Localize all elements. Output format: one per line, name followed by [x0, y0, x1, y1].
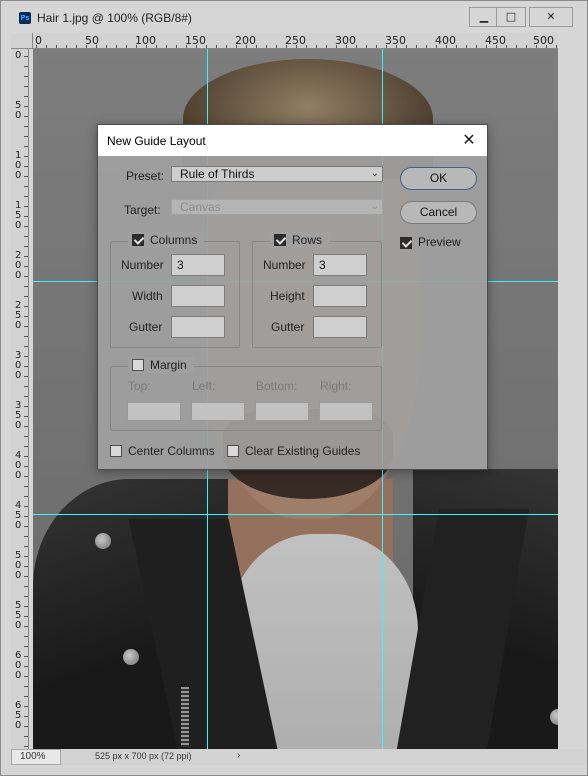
ruler-label: 0: [15, 620, 22, 631]
margin-checkbox[interactable]: [132, 359, 144, 371]
target-select[interactable]: Canvas ⌄: [171, 199, 383, 215]
columns-width-label: Width: [132, 289, 163, 303]
ruler-label: 500: [533, 34, 554, 47]
rows-number-input[interactable]: 3: [313, 254, 367, 276]
vertical-ruler[interactable]: 050100150200250300350400450500550600650: [11, 49, 29, 749]
ruler-label: 0: [15, 720, 22, 731]
guide-horizontal-2[interactable]: [33, 514, 558, 515]
vertical-ruler-ticks: [24, 49, 28, 749]
chevron-down-icon: ⌄: [370, 168, 379, 179]
margin-left-input[interactable]: [191, 402, 245, 421]
preview-label: Preview: [418, 235, 461, 249]
dialog-title: New Guide Layout: [107, 134, 206, 148]
margin-right-label: Right:: [320, 379, 352, 393]
ruler-label: 0: [15, 220, 22, 231]
horizontal-scrollbar[interactable]: [1, 765, 587, 775]
chevron-down-icon: ⌄: [370, 201, 379, 212]
target-label: Target:: [124, 203, 161, 217]
rows-gutter-input[interactable]: [313, 316, 367, 338]
zoom-level-field[interactable]: 100%: [11, 749, 61, 765]
rows-height-label: Height: [270, 289, 305, 303]
margin-right-input[interactable]: [319, 402, 373, 421]
rows-label: Rows: [292, 233, 323, 247]
ruler-label: 0: [15, 320, 22, 331]
ruler-label: 0: [15, 110, 22, 121]
columns-number-label: Number: [121, 258, 164, 272]
columns-gutter-label: Gutter: [129, 320, 163, 334]
ruler-label: 0: [15, 670, 22, 681]
clear-guides-label: Clear Existing Guides: [245, 444, 361, 458]
ruler-label: 0: [15, 470, 22, 481]
ruler-label: 50: [85, 34, 99, 47]
preset-select[interactable]: Rule of Thirds ⌄: [171, 166, 383, 182]
columns-width-input[interactable]: [171, 285, 225, 307]
ruler-label: 0: [15, 520, 22, 531]
rows-checkbox[interactable]: [274, 234, 286, 246]
ruler-label: 250: [285, 34, 306, 47]
ruler-label: 400: [435, 34, 456, 47]
columns-gutter-input[interactable]: [171, 316, 225, 338]
ruler-label: 350: [385, 34, 406, 47]
new-guide-layout-dialog: New Guide Layout ✕ Preset: Rule of Third…: [97, 124, 488, 470]
ruler-label: 0: [15, 270, 22, 281]
margin-bottom-label: Bottom:: [256, 379, 298, 393]
target-value: Canvas: [180, 200, 221, 214]
rows-height-input[interactable]: [313, 285, 367, 307]
vertical-scrollbar[interactable]: [558, 33, 587, 749]
document-title-bar[interactable]: Ps Hair 1.jpg @ 100% (RGB/8#) ▁ □ ✕: [1, 1, 587, 33]
photoshop-app-icon: Ps: [19, 12, 31, 24]
ruler-label: 150: [185, 34, 206, 47]
ruler-label: 200: [235, 34, 256, 47]
document-title: Hair 1.jpg @ 100% (RGB/8#): [37, 11, 192, 25]
margin-top-input[interactable]: [127, 402, 181, 421]
center-columns-checkbox[interactable]: [110, 445, 122, 457]
dialog-title-bar[interactable]: New Guide Layout ✕: [98, 125, 487, 156]
minimize-button[interactable]: ▁: [469, 7, 499, 27]
rows-gutter-label: Gutter: [271, 320, 305, 334]
ruler-label: 300: [335, 34, 356, 47]
ruler-origin[interactable]: [11, 33, 33, 49]
cancel-button[interactable]: Cancel: [400, 201, 477, 224]
ruler-label: 100: [135, 34, 156, 47]
margin-top-label: Top:: [128, 379, 151, 393]
preset-label: Preset:: [126, 169, 165, 183]
clear-guides-checkbox[interactable]: [227, 445, 239, 457]
preset-value: Rule of Thirds: [180, 167, 255, 181]
ruler-label: 0: [15, 170, 22, 181]
margin-group: [110, 366, 382, 431]
status-bar: 100% 525 px x 700 px (72 ppi) ›: [11, 749, 587, 765]
horizontal-ruler[interactable]: 0 50 100 150 200 250 300 350 400 450 500: [33, 33, 558, 49]
close-window-button[interactable]: ✕: [529, 7, 573, 27]
margin-label: Margin: [150, 358, 187, 372]
ruler-label: 450: [485, 34, 506, 47]
status-menu-arrow-icon[interactable]: ›: [237, 750, 240, 761]
ruler-label: 0: [15, 570, 22, 581]
margin-left-label: Left:: [192, 379, 216, 393]
maximize-button[interactable]: □: [496, 7, 526, 27]
margin-bottom-input[interactable]: [255, 402, 309, 421]
preview-checkbox[interactable]: [400, 237, 412, 249]
ruler-label: 0: [15, 370, 22, 381]
rows-number-label: Number: [263, 258, 306, 272]
center-columns-label: Center Columns: [128, 444, 215, 458]
ruler-label: 0: [35, 34, 42, 47]
columns-checkbox[interactable]: [132, 234, 144, 246]
ok-button[interactable]: OK: [400, 167, 477, 190]
columns-number-input[interactable]: 3: [171, 254, 225, 276]
ruler-label: 0: [15, 420, 22, 431]
document-info: 525 px x 700 px (72 ppi): [95, 751, 192, 761]
columns-label: Columns: [150, 233, 198, 247]
ruler-label: 0: [15, 50, 22, 61]
dialog-close-icon[interactable]: ✕: [457, 128, 481, 152]
